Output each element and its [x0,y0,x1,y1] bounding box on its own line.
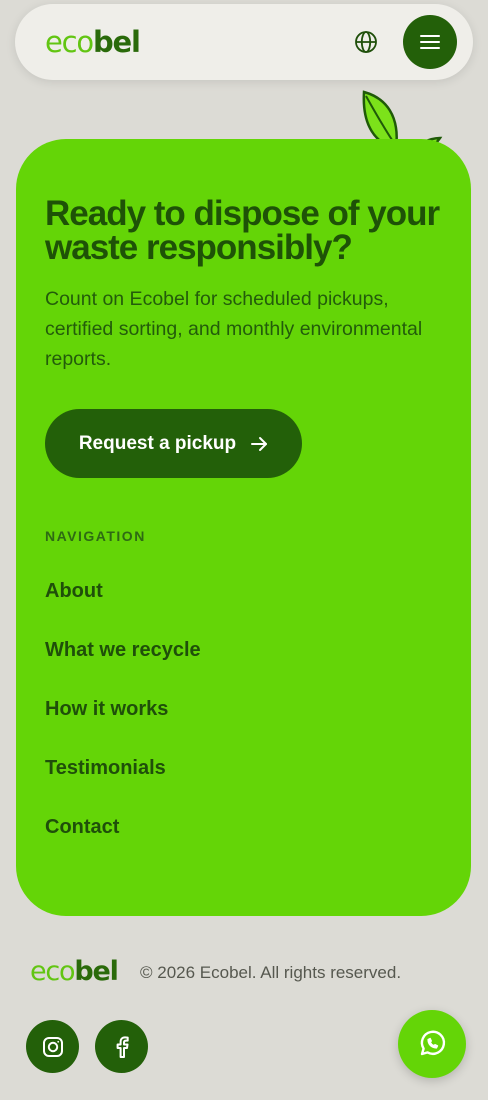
menu-button[interactable] [403,15,457,69]
nav-link-how-it-works[interactable]: How it works [45,698,201,757]
instagram-button[interactable] [26,1020,79,1073]
footer-logo-eco-text: eco [30,956,76,987]
cta-card: Ready to dispose of your waste responsib… [16,139,471,916]
hamburger-icon [420,35,440,49]
request-pickup-label: Request a pickup [78,432,237,454]
nav-link-testimonials[interactable]: Testimonials [45,757,201,816]
whatsapp-chat-button[interactable] [398,1010,466,1078]
language-button[interactable] [352,28,380,56]
facebook-button[interactable] [95,1020,148,1073]
footer-logo-bel-text: bel [74,956,119,987]
whatsapp-icon [420,1030,446,1056]
cta-title: Ready to dispose of your waste responsib… [45,194,440,267]
facebook-icon [116,1035,129,1058]
nav-link-what-we-recycle[interactable]: What we recycle [45,639,201,698]
navigation-heading: NAVIGATION [45,528,146,544]
arrow-right-icon [251,436,268,451]
request-pickup-button[interactable]: Request a pickup [45,409,302,478]
copyright-text: © 2026 Ecobel. All rights reserved. [140,963,402,982]
logo-eco-text: eco [45,25,94,59]
logo-bel-text: bel [92,25,141,59]
instagram-icon [42,1036,63,1057]
navigation-list: About What we recycle How it works Testi… [45,580,201,875]
header-logo[interactable]: ecobel [45,25,141,59]
cta-description: Count on Ecobel for scheduled pickups, c… [45,288,423,370]
footer-logo[interactable]: ecobel [30,956,119,987]
nav-link-about[interactable]: About [45,580,201,639]
globe-icon [355,31,377,53]
top-header: ecobel [15,4,473,80]
nav-link-contact[interactable]: Contact [45,816,201,875]
